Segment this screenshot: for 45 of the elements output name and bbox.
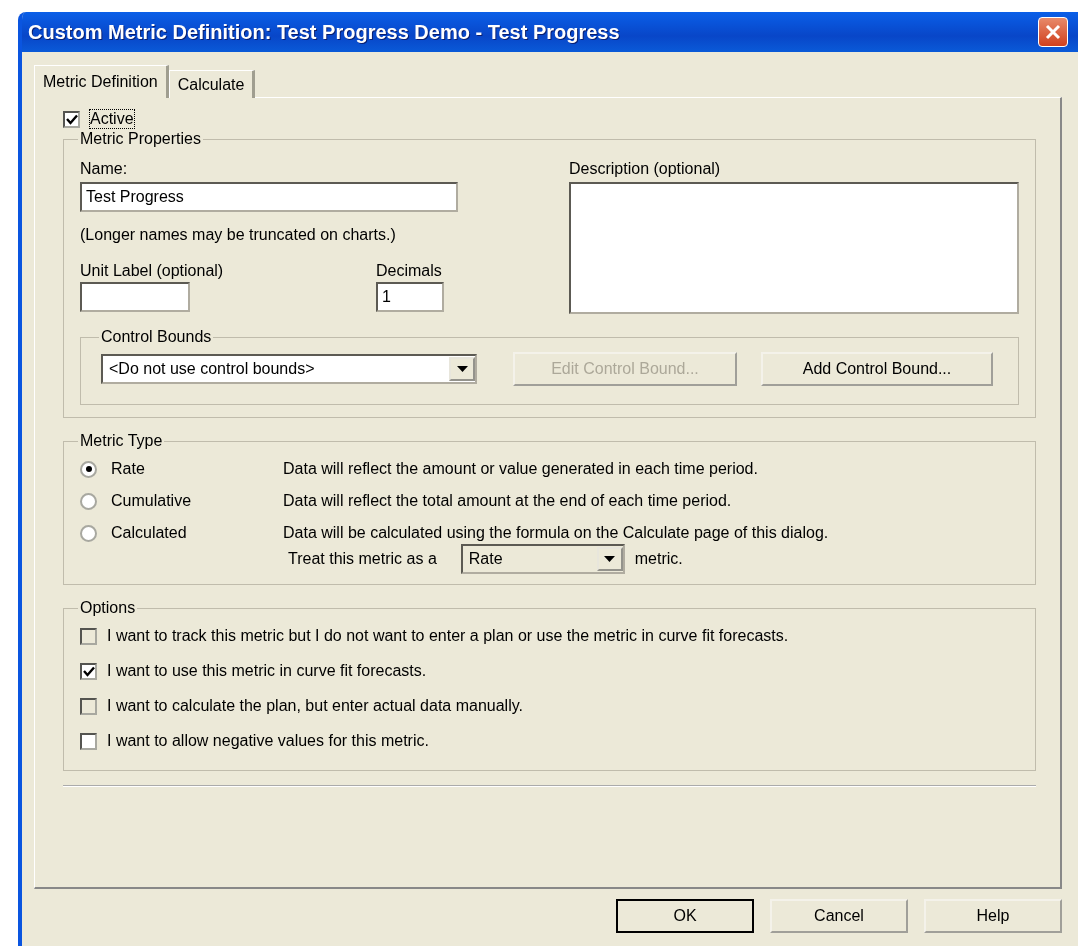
group-title: Metric Type [79,432,164,450]
unit-label-field[interactable] [80,282,190,312]
radio-label: Calculated [110,524,188,542]
field-label: Description (optional) [569,160,722,178]
caret-icon [456,366,468,372]
control-bound-button[interactable]: Add Control Bound... [761,352,993,386]
treat-label: Treat this metric as a [288,550,437,568]
hint-text: (Longer names may be truncated on charts.) [80,226,397,244]
dialog-button[interactable]: Cancel [770,899,908,933]
option-label: I want to use this metric in curve fit forecasts. [107,662,427,680]
close-button[interactable] [1038,17,1068,47]
radio-label: Cumulative [110,492,193,510]
radio-button[interactable] [80,524,97,542]
group-title: Metric Properties [79,130,202,148]
window-title: Custom Metric Definition: Test Progress Demo - Test Progress [28,20,620,44]
dropdown[interactable]: <Do not use control bounds> [101,354,477,384]
close-icon [1045,24,1061,40]
dropdown[interactable]: Rate [460,544,625,574]
option-checkbox[interactable] [80,662,97,680]
description-field[interactable] [569,182,1019,314]
radio-button[interactable] [80,460,97,478]
treat-suffix: metric. [634,550,683,568]
caret-icon [604,556,616,562]
dialog-button[interactable]: OK [616,899,754,933]
tab[interactable]: Calculate [168,70,256,98]
type-description: Data will be calculated using the formula on the Calculate page of this dialog. [283,524,829,542]
radio-button[interactable] [80,492,97,510]
option-label: I want to allow negative values for this metric. [107,732,429,750]
decimals-field[interactable]: 1 [376,282,444,312]
field-label: Unit Label (optional) [80,262,225,280]
radio-label: Rate [110,460,146,478]
option-checkbox[interactable] [80,732,97,750]
field-label: Decimals [376,262,443,280]
option-label: I want to track this metric but I do not want to enter a plan or use the metric in curve fit forecasts. [107,627,789,645]
field-label: Name: [80,160,129,178]
group-title: Control Bounds [100,328,213,346]
name-field[interactable]: Test Progress [80,182,458,212]
type-description: Data will reflect the amount or value generated in each time period. [283,460,758,478]
dialog-button[interactable]: Help [924,899,1062,933]
option-label: I want to calculate the plan, but enter actual data manually. [107,697,523,715]
active-checkbox[interactable] [63,110,80,128]
type-description: Data will reflect the total amount at the end of each time period. [283,492,732,510]
group-title: Options [79,599,137,617]
checkbox-label: Active [90,110,134,128]
tab[interactable]: Metric Definition [34,65,169,98]
